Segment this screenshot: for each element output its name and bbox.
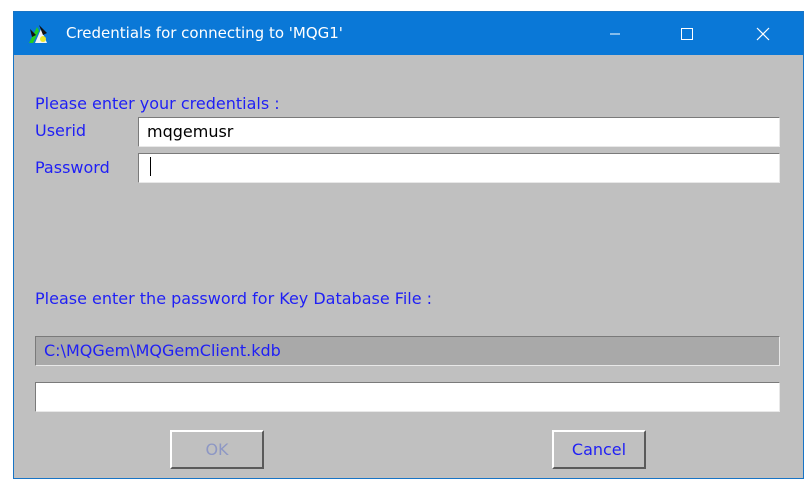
cancel-button[interactable]: Cancel: [552, 430, 646, 469]
credentials-heading: Please enter your credentials :: [35, 94, 280, 113]
maximize-icon: [681, 27, 693, 40]
password-field[interactable]: [138, 153, 780, 183]
ok-button-label: OK: [205, 440, 229, 459]
maximize-button[interactable]: [658, 12, 716, 55]
keydb-file-path: C:\MQGem\MQGemClient.kdb: [35, 336, 780, 366]
credentials-dialog: Credentials for connecting to 'MQG1' Ple…: [13, 11, 804, 479]
keydb-file-path-text: C:\MQGem\MQGemClient.kdb: [44, 341, 281, 360]
ok-button[interactable]: OK: [170, 430, 264, 469]
title-bar[interactable]: Credentials for connecting to 'MQG1': [14, 12, 803, 55]
password-label: Password: [35, 158, 110, 177]
keydb-heading: Please enter the password for Key Databa…: [35, 289, 433, 308]
minimize-button[interactable]: [586, 12, 644, 55]
close-button[interactable]: [734, 12, 792, 55]
minimize-icon: [610, 33, 620, 34]
cancel-button-label: Cancel: [571, 440, 627, 459]
window-title: Credentials for connecting to 'MQG1': [66, 24, 343, 42]
userid-label: Userid: [35, 121, 87, 140]
text-caret: [150, 157, 151, 176]
close-icon: [756, 27, 770, 40]
keydb-password-field[interactable]: [35, 382, 780, 412]
userid-value: mqgemusr: [147, 122, 234, 141]
mqgem-app-icon: [27, 23, 49, 45]
userid-field[interactable]: mqgemusr: [138, 117, 780, 147]
